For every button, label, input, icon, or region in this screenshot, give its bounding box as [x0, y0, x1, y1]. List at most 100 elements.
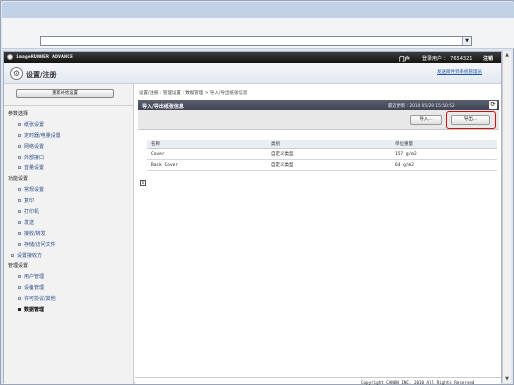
- bullet-icon: [18, 231, 21, 235]
- top-header: imageRUNNER ADVANCE 门户 登录用户 ： 7654321 注销: [4, 52, 501, 63]
- panel-header: 导入/导出纸张信息 最近更新 : 2010 05/20 15:50:52 ⟳: [138, 100, 499, 110]
- sidebar-item-label: 音量设置: [24, 165, 45, 172]
- bullet-icon: [18, 122, 21, 126]
- sidebar-item-label: 发送: [24, 219, 35, 226]
- bullet-icon: [18, 220, 21, 224]
- column-header-weight: 单位重量: [395, 142, 413, 147]
- sidebar-item-label: 设置接收方: [17, 252, 43, 259]
- sidebar-item[interactable]: 设置接收方: [4, 251, 134, 262]
- last-update: 最近更新 : 2010 05/20 15:50:52: [388, 103, 455, 109]
- sidebar-item-label: 网络设置: [24, 143, 45, 150]
- sidebar-item: 功能设置: [4, 174, 134, 185]
- cell-type: 自定义类型: [271, 152, 294, 157]
- bullet-icon: [18, 166, 21, 170]
- sidebar-item-label: 数据管理: [24, 307, 45, 314]
- sidebar-item[interactable]: 设备管理: [4, 283, 134, 294]
- address-bar[interactable]: ▼: [40, 36, 472, 46]
- sidebar-item[interactable]: 网络设置: [4, 142, 134, 153]
- page-title: 设置/注册: [26, 71, 57, 79]
- sidebar-item[interactable]: 数据管理: [4, 305, 134, 316]
- logout-link[interactable]: 注销: [483, 55, 493, 62]
- sidebar-item-label: 管理设置: [8, 263, 29, 270]
- sidebar-item-label: 外部接口: [24, 154, 45, 161]
- paper-info-table: 名称 类别 单位重量 Cover 自定义类型 157 g/m2 Back Cov…: [147, 140, 497, 171]
- sidebar-item-label: 打印机: [24, 209, 40, 216]
- cell-weight: 64 g/m2: [395, 163, 414, 168]
- bullet-icon: [18, 286, 21, 290]
- sidebar-item[interactable]: 定时器/电量设置: [4, 131, 134, 142]
- remote-ui-page: imageRUNNER ADVANCE 门户 登录用户 ： 7654321 注销…: [3, 51, 502, 385]
- sidebar-nav: 参数选择纸张设置定时器/电量设置 网络设置外部接口音量设置功能设置常规设置复印打印…: [4, 109, 134, 316]
- product-name: imageRUNNER ADVANCE: [16, 55, 74, 60]
- sub-header: ⚙ 设置/注册 发送邮件到系统管理员: [4, 63, 501, 84]
- sidebar-item-label: 定时器/电量设置: [24, 132, 61, 139]
- scroll-up-arrow-icon[interactable]: ▲: [503, 51, 511, 59]
- bullet-icon: [18, 144, 21, 148]
- panel-title: 导入/导出纸张信息: [142, 103, 184, 110]
- sidebar-item[interactable]: 常规设置: [4, 185, 134, 196]
- bullet-icon: [18, 210, 21, 214]
- column-header-name: 名称: [151, 142, 160, 147]
- title-strip: [2, 2, 514, 18]
- breadcrumb: 设置/注册 : 管理设置 : 数据管理 > 导入/导出纸张信息: [139, 91, 248, 96]
- sidebar-item[interactable]: 复印: [4, 196, 134, 207]
- sidebar-item-label: 复印: [24, 198, 35, 205]
- sidebar-item-label: 功能设置: [8, 176, 29, 183]
- main-content: 设置/注册 : 管理设置 : 数据管理 > 导入/导出纸张信息 导入/导出纸张信…: [135, 84, 501, 384]
- sidebar-item-label: 设备管理: [24, 285, 45, 292]
- bullet-icon: [18, 155, 21, 159]
- table-row: Back Cover 自定义类型 64 g/m2: [147, 160, 497, 171]
- column-header-type: 类别: [271, 142, 280, 147]
- send-email-link[interactable]: 发送邮件到系统管理员: [437, 69, 482, 75]
- cell-type: 自定义类型: [271, 163, 294, 168]
- table-row: Cover 自定义类型 157 g/m2: [147, 149, 497, 160]
- sidebar-item[interactable]: 存储/访问文件: [4, 240, 134, 251]
- bullet-icon: [18, 133, 21, 137]
- sidebar-item[interactable]: 外部接口: [4, 153, 134, 164]
- bullet-icon: [18, 242, 21, 246]
- sidebar-item[interactable]: 接收/转发: [4, 229, 134, 240]
- sidebar-item[interactable]: 打印机: [4, 207, 134, 218]
- bullet-icon: [18, 275, 21, 279]
- cell-weight: 157 g/m2: [395, 152, 417, 157]
- vertical-scrollbar[interactable]: ▲ ▼: [502, 51, 511, 383]
- bullet-icon: [18, 199, 21, 203]
- sidebar-item[interactable]: 纸张设置: [4, 120, 134, 131]
- portal-link[interactable]: 门户: [399, 55, 410, 63]
- sidebar-item-label: 常规设置: [24, 187, 45, 194]
- sidebar-item-label: 存储/访问文件: [24, 241, 56, 248]
- login-user: 登录用户 ： 7654321: [422, 55, 473, 62]
- sidebar-divider: [4, 105, 134, 106]
- bullet-icon: [18, 308, 21, 312]
- cell-name: Cover: [151, 152, 165, 157]
- sidebar-item[interactable]: 音量设置: [4, 163, 134, 174]
- sidebar-item[interactable]: 用户管理: [4, 272, 134, 283]
- canon-logo-icon: [7, 54, 13, 60]
- sidebar-item-label: 参数选择: [8, 111, 29, 117]
- bullet-icon: [18, 188, 21, 192]
- sidebar-item-label: 用户管理: [24, 274, 45, 281]
- scroll-down-arrow-icon[interactable]: ▼: [503, 375, 511, 383]
- collapse-icon[interactable]: ⊼: [140, 180, 146, 186]
- copyright-text: Copyright CANON INC. 2010 All Rights Res…: [361, 380, 475, 385]
- sidebar-item: 管理设置: [4, 261, 134, 272]
- sidebar-item[interactable]: 发送: [4, 218, 134, 229]
- refresh-icon[interactable]: ⟳: [489, 101, 497, 109]
- table-header: 名称 类别 单位重量: [147, 140, 497, 149]
- sidebar-item-label: 纸张设置: [24, 121, 45, 128]
- resupply-settings-button[interactable]: 重新补给设置: [16, 89, 114, 98]
- sidebar-item-label: 接收/转发: [24, 230, 46, 237]
- export-button[interactable]: 导出...: [451, 115, 490, 125]
- bullet-icon: [18, 297, 21, 301]
- address-dropdown-icon[interactable]: ▼: [462, 37, 471, 45]
- sidebar-item-label: 许可协议/其他: [24, 296, 56, 303]
- action-bar: 导入... 导出...: [138, 110, 499, 130]
- import-button[interactable]: 导入...: [410, 115, 442, 125]
- sidebar: 重新补给设置 参数选择纸张设置定时器/电量设置 网络设置外部接口音量设置功能设置常…: [4, 84, 134, 384]
- sidebar-item[interactable]: 许可协议/其他: [4, 294, 134, 305]
- footer-divider: [135, 377, 501, 378]
- cell-name: Back Cover: [151, 163, 179, 168]
- bullet-icon: [11, 253, 14, 257]
- sidebar-item: 参数选择: [4, 109, 134, 120]
- settings-gear-icon: ⚙: [10, 67, 23, 80]
